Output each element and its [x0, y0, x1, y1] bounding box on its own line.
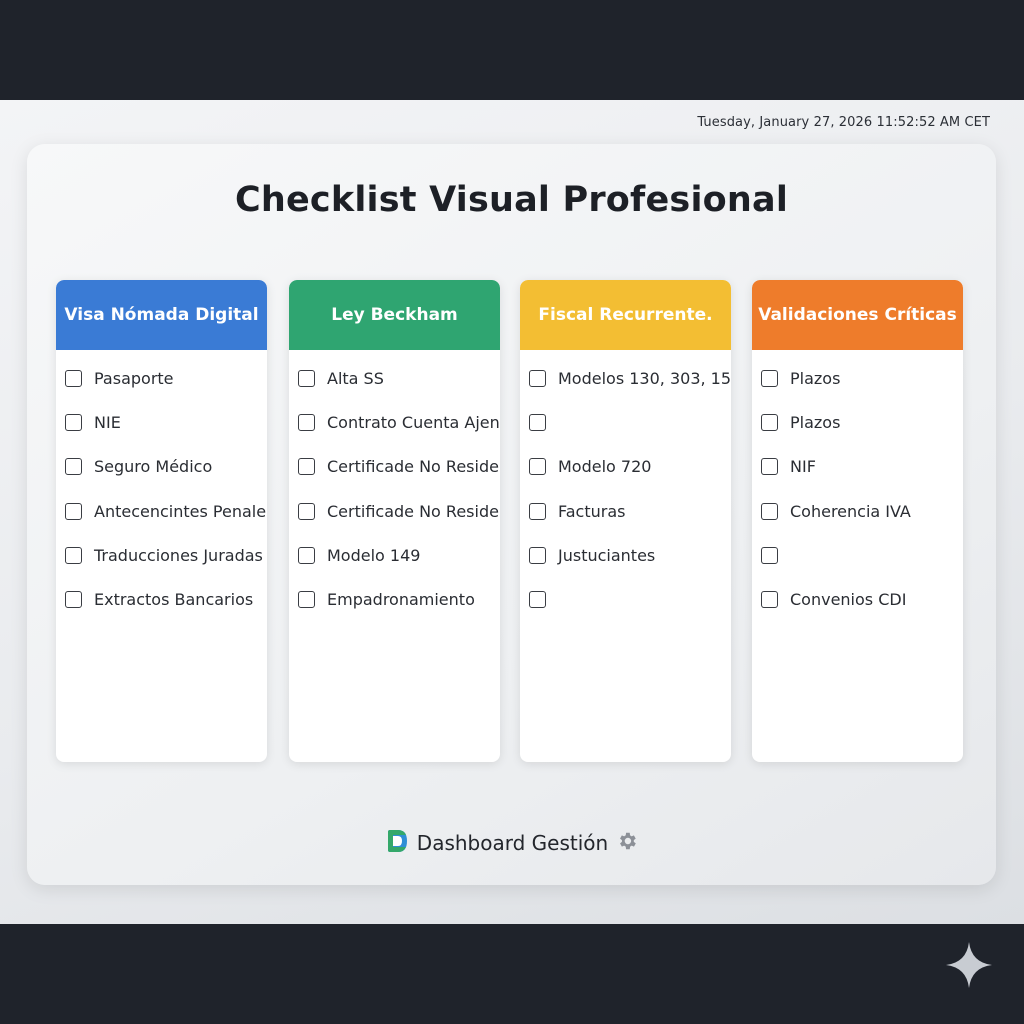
checkbox[interactable]	[529, 414, 546, 432]
column-header: Ley Beckham	[289, 280, 500, 350]
checkbox[interactable]	[761, 370, 778, 387]
checkbox[interactable]	[761, 458, 778, 476]
checkbox[interactable]	[529, 370, 546, 387]
checklist-item[interactable]: Extractos Bancarios	[56, 589, 267, 635]
checklist-item[interactable]: NIF	[752, 458, 963, 502]
column-header: Visa Nómada Digital	[56, 280, 267, 350]
checklist-item[interactable]: Traducciones Juradas	[56, 545, 267, 591]
item-label: Traducciones Juradas	[94, 545, 263, 565]
item-label: Antecencintes Penales	[94, 501, 267, 521]
item-label: Contrato Cuenta Ajena	[327, 413, 500, 433]
checklist-item[interactable]: Plazos	[752, 370, 963, 414]
app-screen: Tuesday, January 27, 2026 11:52:52 AM CE…	[0, 100, 1024, 924]
item-label: NIF	[790, 457, 816, 477]
item-label: Facturas	[558, 501, 626, 521]
checkbox[interactable]	[529, 546, 546, 564]
item-label: Plazos	[790, 369, 841, 388]
column-validaciones-criticas: Validaciones Críticas Plazos Plazos NIF …	[752, 280, 963, 762]
column-ley-beckham: Ley Beckham Alta SS Contrato Cuenta Ajen…	[289, 280, 500, 762]
sparkle-icon	[944, 940, 994, 994]
checklist-items: Modelos 130, 303, 151 Modelo 720 Factura…	[520, 350, 731, 635]
checkbox[interactable]	[761, 502, 778, 520]
page-title: Checklist Visual Profesional	[234, 180, 789, 220]
checklist-item[interactable]: Modelo 149	[289, 545, 500, 591]
dashboard-logo-icon	[385, 828, 409, 858]
checkbox[interactable]	[65, 414, 82, 432]
checkbox[interactable]	[65, 546, 82, 564]
checkbox[interactable]	[529, 458, 546, 476]
checkbox[interactable]	[298, 502, 315, 520]
checkbox[interactable]	[298, 414, 315, 432]
checkbox[interactable]	[529, 502, 546, 520]
checkbox[interactable]	[761, 590, 778, 608]
checklist-item[interactable]: Modelos 130, 303, 151	[520, 370, 731, 414]
checkbox[interactable]	[761, 546, 778, 564]
checklist-item[interactable]: Alta SS	[289, 370, 500, 414]
item-label: Certificade No Residenca	[327, 457, 500, 477]
checklist-item[interactable]: Seguro Médico	[56, 458, 267, 502]
checklist-item[interactable]: Facturas	[520, 501, 731, 547]
column-fiscal-recurrente: Fiscal Recurrente. Modelos 130, 303, 151…	[520, 280, 731, 762]
item-label: Extractos Bancarios	[94, 589, 254, 609]
item-label: Justuciantes	[558, 545, 656, 565]
checklist-item[interactable]: Certificade No Residenca	[289, 501, 500, 547]
checkbox[interactable]	[65, 370, 82, 387]
checklist-item[interactable]: Modelo 720	[520, 458, 731, 502]
checklist-item[interactable]	[520, 590, 731, 635]
checklist-item[interactable]: Justuciantes	[520, 545, 731, 591]
checkbox[interactable]	[298, 590, 315, 608]
item-label: Convenios CDI	[790, 589, 907, 609]
item-label: Plazos	[790, 413, 841, 433]
item-label: Certificade No Residenca	[327, 501, 500, 521]
checkbox[interactable]	[298, 370, 315, 387]
checklist-item[interactable]: Coherencia IVA	[752, 501, 963, 547]
column-visa-nomada: Visa Nómada Digital Pasaporte NIE Seguro…	[56, 280, 267, 762]
column-header: Fiscal Recurrente.	[520, 280, 731, 350]
footer-label: Dashboard Gestión	[416, 831, 609, 855]
checkbox[interactable]	[65, 502, 82, 520]
checklist-item[interactable]	[752, 546, 963, 591]
checklist-item[interactable]: Certificade No Residenca	[289, 458, 500, 502]
checkbox[interactable]	[65, 458, 82, 476]
item-label: Alta SS	[327, 369, 384, 388]
checkbox[interactable]	[761, 414, 778, 432]
checklist-item[interactable]: Convenios CDI	[752, 589, 963, 635]
checkbox[interactable]	[65, 590, 82, 608]
item-label: Coherencia IVA	[790, 501, 911, 521]
footer: Dashboard Gestión	[27, 828, 996, 858]
item-label: Modelos 130, 303, 151	[558, 369, 731, 388]
gear-icon[interactable]	[616, 830, 638, 856]
checklist-items: Plazos Plazos NIF Coherencia IVA Conveni…	[752, 350, 963, 635]
item-label: NIE	[94, 413, 121, 433]
checkbox[interactable]	[298, 458, 315, 476]
checklist-item[interactable]: Pasaporte	[56, 370, 267, 414]
item-label: Modelo 720	[558, 457, 652, 477]
checkbox[interactable]	[529, 590, 546, 608]
checklist-items: Pasaporte NIE Seguro Médico Antecencinte…	[56, 350, 267, 635]
checklist-item[interactable]: Empadronamiento	[289, 589, 500, 635]
column-header: Validaciones Críticas	[752, 280, 963, 350]
item-label: Pasaporte	[94, 369, 174, 388]
checklist-item[interactable]: NIE	[56, 414, 267, 458]
checklist-items: Alta SS Contrato Cuenta Ajena Certificad…	[289, 350, 500, 635]
checklist-item[interactable]: Antecencintes Penales	[56, 501, 267, 547]
checklist-item[interactable]	[520, 414, 731, 458]
checklist-panel: Checklist Visual Profesional Visa Nómada…	[27, 144, 996, 885]
checkbox[interactable]	[298, 546, 315, 564]
datetime-display: Tuesday, January 27, 2026 11:52:52 AM CE…	[697, 115, 990, 130]
item-label: Empadronamiento	[327, 589, 475, 609]
item-label: Seguro Médico	[94, 457, 213, 477]
item-label: Modelo 149	[327, 545, 421, 565]
checklist-item[interactable]: Plazos	[752, 414, 963, 458]
checklist-item[interactable]: Contrato Cuenta Ajena	[289, 414, 500, 458]
